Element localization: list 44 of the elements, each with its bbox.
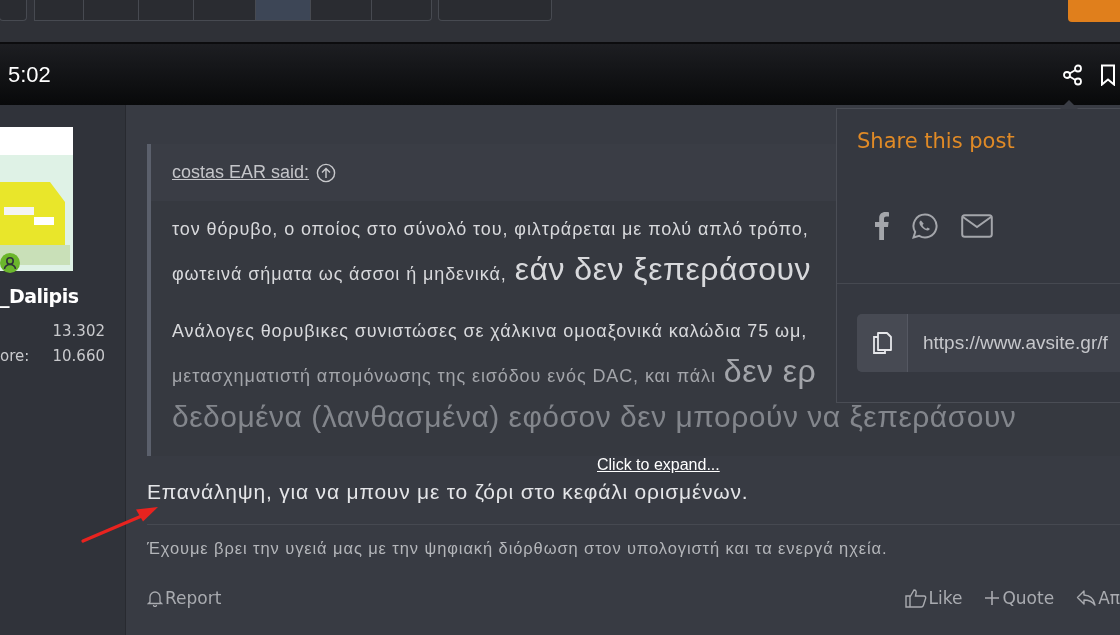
plus-icon — [984, 590, 1001, 606]
thumbs-up-icon — [904, 588, 927, 608]
stat-label: ore: — [0, 347, 30, 367]
nav-tab[interactable] — [194, 0, 256, 21]
post-text: Επανάληψη, για να μπουν με το ζόρι στο κεφάλι ορισμένων. — [147, 480, 1120, 525]
nav-tab[interactable] — [34, 0, 84, 21]
quote-text: Ανάλογες θορυβικες συνιστώσες σε χάλκινα ομοαξονικά καλώδια 75 ωμ, — [172, 320, 808, 343]
nav-tab[interactable] — [84, 0, 139, 21]
action-link[interactable]: Like — [904, 588, 963, 608]
bell-icon — [147, 589, 163, 607]
nav-tab[interactable] — [139, 0, 194, 21]
nav-tab[interactable] — [372, 0, 432, 21]
nav-tab[interactable] — [0, 0, 27, 21]
copy-icon — [871, 331, 893, 355]
quote-text: μετασχηματιστή απομόνωσης της εισόδου ενός DAC, και πάλι — [172, 365, 716, 388]
username[interactable]: _Dalipis — [0, 285, 125, 307]
copy-button[interactable] — [857, 314, 908, 372]
quote-text: τον θόρυβο, ο οποίος στο σύνολό του, φιλτράρεται με πολύ απλό τρόπο, — [172, 218, 809, 241]
avatar-picture[interactable] — [0, 127, 73, 271]
whatsapp-icon[interactable] — [911, 211, 939, 240]
stat-value: 13.302 — [52, 322, 105, 342]
action-link[interactable]: Quote — [984, 588, 1055, 608]
nav-tab[interactable] — [256, 0, 311, 21]
stat-value: 10.660 — [52, 347, 105, 367]
quote-text: εάν δεν ξεπεράσουν — [514, 250, 811, 289]
action-button[interactable] — [1068, 0, 1120, 22]
nav-tab[interactable] — [311, 0, 372, 21]
bookmark-icon[interactable] — [1100, 63, 1116, 86]
quote-author-link[interactable]: costas EAR said: — [172, 162, 310, 183]
popup-title: Share this post — [856, 128, 1016, 153]
reply-arrow-icon — [1076, 589, 1097, 607]
nav-tab[interactable] — [438, 0, 552, 21]
quote-text: δεδομένα (λανθασμένα) εφόσον δεν μπορούν να ξεπεράσουν — [172, 400, 1017, 434]
quote-text: φωτεινά σήματα ως άσσοι ή μηδενικά, — [172, 263, 507, 286]
share-icon[interactable] — [1062, 63, 1084, 86]
time-text: 5:02 — [8, 61, 51, 88]
signature-text: Έχουμε βρει την υγειά μας με την ψηφιακή διόρθωση στον υπολογιστή και τα ενεργά ηχεία. — [147, 539, 889, 558]
action-link[interactable]: Report — [147, 588, 222, 608]
expand-link[interactable]: Click to expand... — [597, 456, 720, 474]
action-link[interactable]: Απ — [1076, 588, 1120, 608]
facebook-icon[interactable] — [875, 211, 889, 240]
envelope-icon[interactable] — [961, 213, 993, 238]
url-field[interactable]: https://www.avsite.gr/f — [857, 314, 1120, 372]
quote-text: δεν ερ — [723, 352, 817, 391]
